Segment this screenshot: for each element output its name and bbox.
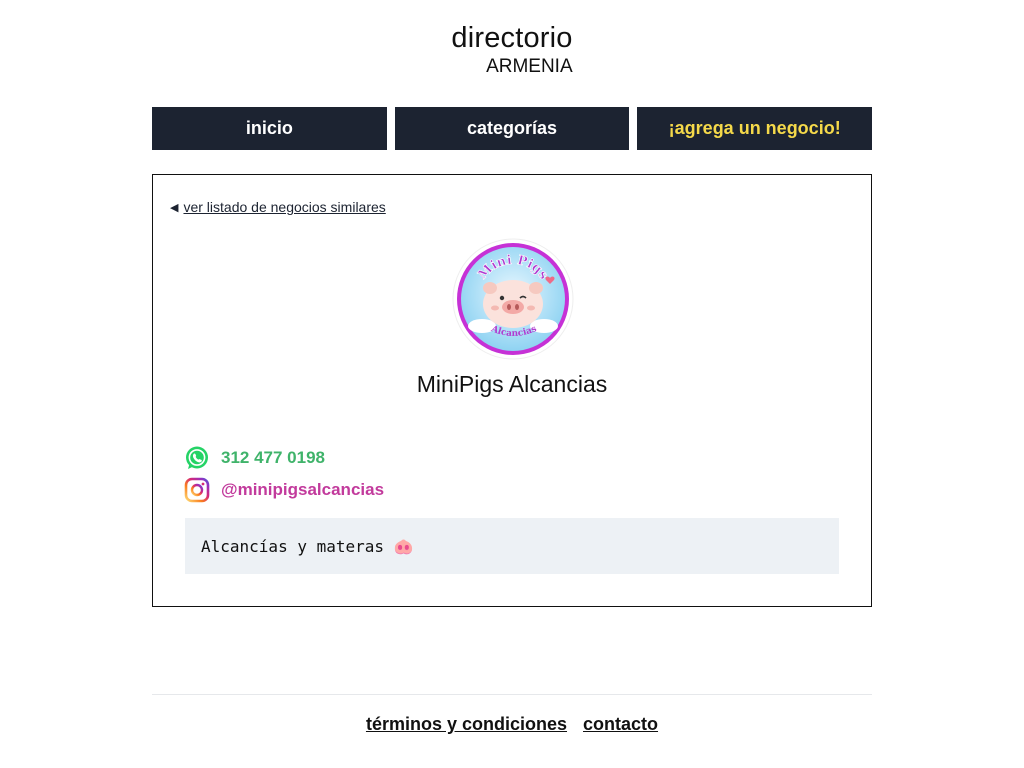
footer: términos y condiciones contacto — [0, 714, 1024, 735]
contact-link[interactable]: contacto — [583, 714, 658, 735]
nav-inicio-button[interactable]: inicio — [152, 107, 387, 150]
business-name: MiniPigs Alcancias — [416, 371, 608, 397]
whatsapp-icon — [186, 446, 208, 469]
whatsapp-contact[interactable]: 312 477 0198 — [184, 445, 325, 471]
back-triangle-icon: ◀ — [170, 201, 179, 214]
terms-link[interactable]: términos y condiciones — [366, 714, 567, 735]
site-logo[interactable]: directorio ARMENIA — [0, 22, 1024, 77]
logo-text-block: directorio ARMENIA — [451, 22, 573, 77]
instagram-handle[interactable]: @minipigsalcancias — [221, 480, 384, 500]
business-card: ◀ ver listado de negocios similares Mini… — [152, 174, 872, 607]
instagram-icon — [184, 477, 210, 503]
business-description: Alcancías y materas 🐽 — [185, 518, 839, 574]
whatsapp-number[interactable]: 312 477 0198 — [221, 448, 325, 468]
nav-add-business-button[interactable]: ¡agrega un negocio! — [637, 107, 873, 150]
main-nav: inicio categorías ¡agrega un negocio! — [152, 107, 873, 150]
business-avatar: Mini Pigs Alcancias — [452, 238, 574, 360]
site-title: directorio — [451, 22, 573, 54]
back-to-similar-link[interactable]: ◀ ver listado de negocios similares — [170, 199, 386, 215]
back-link-label[interactable]: ver listado de negocios similares — [183, 199, 385, 215]
instagram-contact[interactable]: @minipigsalcancias — [184, 477, 384, 503]
footer-divider — [152, 694, 872, 695]
page: directorio ARMENIA inicio categorías ¡ag… — [0, 0, 1024, 768]
nav-categorias-button[interactable]: categorías — [394, 107, 630, 150]
site-city: ARMENIA — [486, 56, 573, 77]
description-text: Alcancías y materas 🐽 — [201, 536, 414, 556]
